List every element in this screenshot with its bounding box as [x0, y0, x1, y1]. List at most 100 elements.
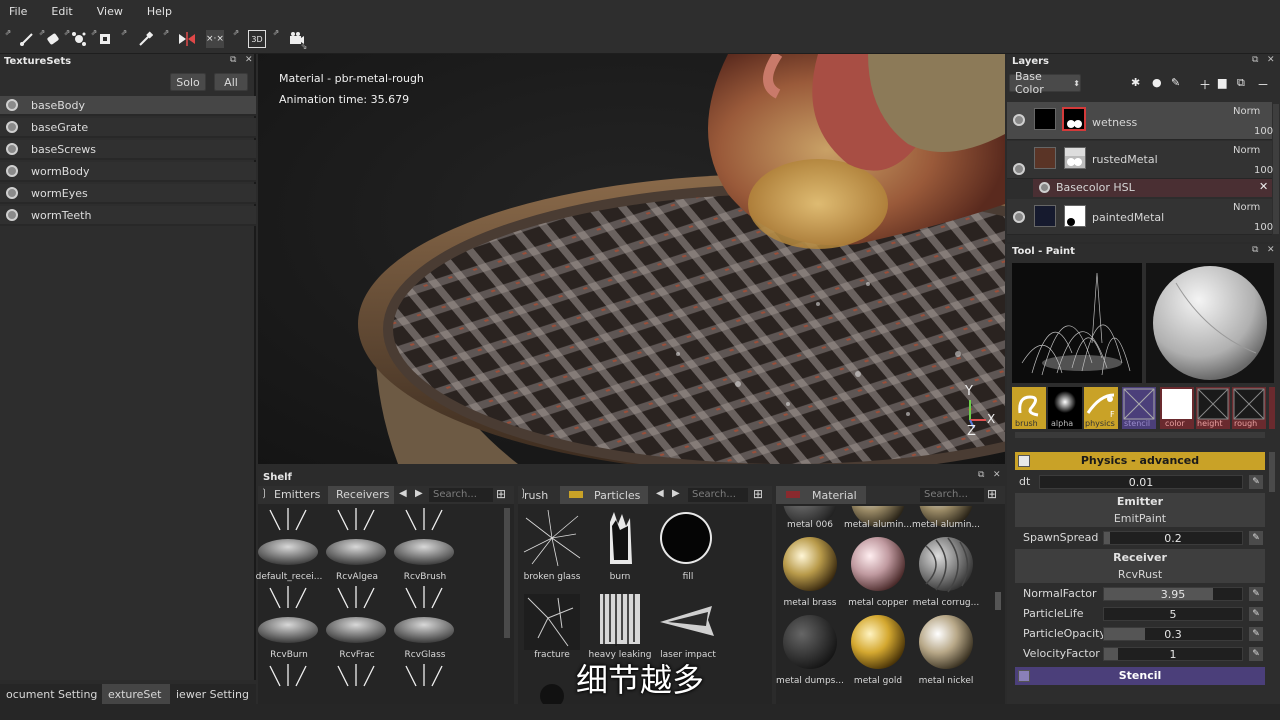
- 3d-viewport[interactable]: Material - pbr-metal-rough Animation tim…: [258, 54, 1005, 464]
- slot-physics[interactable]: F physics: [1084, 387, 1118, 429]
- slot-alpha[interactable]: alpha: [1048, 387, 1082, 429]
- edit-pen-icon[interactable]: ✎: [1249, 531, 1263, 545]
- projection-icon[interactable]: [70, 30, 88, 48]
- emitter-header[interactable]: Emitter: [1015, 493, 1265, 511]
- eraser-icon[interactable]: [44, 30, 62, 48]
- layer-row[interactable]: paintedMetal Norm 100: [1007, 199, 1273, 235]
- section-collapse-checkbox[interactable]: [1018, 670, 1030, 682]
- delete-layer-icon[interactable]: －: [1257, 76, 1271, 92]
- grid-view-icon[interactable]: ⊞: [753, 487, 763, 501]
- layer-mask-thumbnail[interactable]: [1064, 147, 1086, 169]
- layer-opacity[interactable]: 100: [1254, 126, 1273, 137]
- visibility-icon[interactable]: [6, 143, 18, 155]
- param-slider[interactable]: 0.3: [1103, 627, 1243, 641]
- section-collapse-checkbox[interactable]: [1018, 455, 1030, 467]
- search-input[interactable]: Search...: [429, 488, 493, 502]
- menu-view[interactable]: View: [92, 5, 128, 18]
- tab-document-settings[interactable]: ocument Setting: [0, 684, 102, 704]
- tab-prev-icon[interactable]: ◀: [399, 488, 407, 499]
- visibility-icon[interactable]: [1013, 114, 1025, 126]
- textureset-row[interactable]: baseScrews: [0, 140, 256, 160]
- dt-input[interactable]: 0.01: [1039, 475, 1243, 489]
- edit-pen-icon[interactable]: ✎: [1249, 475, 1263, 489]
- layer-opacity[interactable]: 100: [1254, 222, 1273, 233]
- slot-brush[interactable]: brush: [1012, 387, 1046, 429]
- edit-pen-icon[interactable]: ✎: [1249, 647, 1263, 661]
- spawnspread-slider[interactable]: 0.2: [1103, 531, 1243, 545]
- receiver-name[interactable]: RcvRust: [1015, 567, 1265, 583]
- tab-receivers[interactable]: Receivers: [328, 486, 394, 504]
- visibility-icon[interactable]: [1013, 163, 1025, 175]
- slot-more[interactable]: [1269, 387, 1275, 429]
- float-panel-icon[interactable]: ⧉: [1252, 245, 1258, 255]
- visibility-icon[interactable]: [6, 165, 18, 177]
- slot-roughness[interactable]: rough: [1232, 387, 1266, 429]
- remove-effect-icon[interactable]: ✕: [1259, 180, 1268, 193]
- edit-pen-icon[interactable]: ✎: [1249, 607, 1263, 621]
- stencil-section-header[interactable]: Stencil: [1015, 667, 1265, 685]
- paint-brush-icon[interactable]: [18, 30, 36, 48]
- param-slider[interactable]: 5: [1103, 607, 1243, 621]
- popout-icon[interactable]: ⇗: [120, 28, 128, 37]
- add-mask-icon[interactable]: ●: [1152, 76, 1166, 90]
- popout-icon[interactable]: ⇘: [300, 42, 308, 51]
- slot-color[interactable]: color: [1160, 387, 1194, 429]
- textureset-row[interactable]: wormBody: [0, 162, 256, 182]
- add-layer-icon[interactable]: ＋: [1199, 76, 1213, 92]
- slot-height[interactable]: height: [1196, 387, 1230, 429]
- tab-material[interactable]: Material: [776, 486, 866, 504]
- effect-row[interactable]: Basecolor HSL ✕: [1033, 179, 1272, 197]
- popout-icon[interactable]: ⇗: [162, 28, 170, 37]
- popout-icon[interactable]: ⇗: [4, 28, 12, 37]
- axis-lock-icon[interactable]: ×·×: [206, 30, 224, 48]
- tab-brush[interactable]: rush: [524, 489, 548, 502]
- layer-blend-mode[interactable]: Norm: [1233, 145, 1260, 156]
- channel-dropdown[interactable]: Base Color ⬍: [1009, 70, 1081, 96]
- visibility-icon[interactable]: [6, 99, 18, 111]
- physics-section-header[interactable]: Physics - advanced: [1015, 452, 1265, 470]
- menu-help[interactable]: Help: [142, 5, 177, 18]
- scrollbar[interactable]: [995, 592, 1001, 610]
- close-icon[interactable]: ✕: [1267, 55, 1275, 65]
- menu-edit[interactable]: Edit: [46, 5, 77, 18]
- duplicate-layer-icon[interactable]: ⧉: [1237, 76, 1251, 90]
- param-slider[interactable]: 1: [1103, 647, 1243, 661]
- textureset-row[interactable]: wormEyes: [0, 184, 256, 204]
- layer-blend-mode[interactable]: Norm: [1233, 202, 1260, 213]
- grid-view-icon[interactable]: ⊞: [496, 487, 506, 501]
- scene-render[interactable]: [258, 54, 1005, 464]
- layer-mask-thumbnail[interactable]: [1064, 205, 1086, 227]
- tab-next-icon[interactable]: ▶: [672, 488, 680, 499]
- menu-file[interactable]: File: [4, 5, 32, 18]
- visibility-icon[interactable]: [6, 121, 18, 133]
- edit-pen-icon[interactable]: ✎: [1249, 627, 1263, 641]
- float-panel-icon[interactable]: ⧉: [230, 55, 236, 65]
- tab-next-icon[interactable]: ▶: [415, 488, 423, 499]
- symmetry-icon[interactable]: [178, 30, 196, 48]
- 3d-view-icon[interactable]: 3D: [248, 30, 266, 48]
- tab-scroll-left-icon[interactable]: ❳: [260, 488, 268, 499]
- slot-stencil[interactable]: stencil: [1122, 387, 1156, 429]
- add-filter-icon[interactable]: ✎: [1171, 76, 1185, 90]
- float-panel-icon[interactable]: ⧉: [978, 470, 984, 480]
- layer-thumbnail[interactable]: [1034, 108, 1056, 130]
- tab-textureset[interactable]: extureSet: [102, 684, 170, 704]
- textureset-row[interactable]: wormTeeth: [0, 206, 256, 226]
- add-folder-icon[interactable]: ▆: [1218, 76, 1232, 90]
- edit-pen-icon[interactable]: ✎: [1249, 587, 1263, 601]
- add-effect-icon[interactable]: ✱: [1131, 76, 1145, 90]
- layer-row[interactable]: wetness Norm 100: [1007, 102, 1273, 140]
- scrollbar[interactable]: [1273, 104, 1279, 234]
- float-panel-icon[interactable]: ⧉: [1252, 55, 1258, 65]
- close-icon[interactable]: ✕: [993, 470, 1001, 480]
- popout-icon[interactable]: ⇗: [232, 28, 240, 37]
- slots-scrollbar[interactable]: [1015, 432, 1265, 438]
- layer-thumbnail[interactable]: [1034, 205, 1056, 227]
- layer-thumbnail[interactable]: [1034, 147, 1056, 169]
- all-button[interactable]: All: [214, 73, 248, 91]
- visibility-icon[interactable]: [6, 187, 18, 199]
- layer-mask-thumbnail[interactable]: [1062, 107, 1086, 131]
- search-input[interactable]: Search...: [688, 488, 748, 502]
- solo-button[interactable]: Solo: [170, 73, 206, 91]
- search-input[interactable]: Search...: [920, 488, 984, 502]
